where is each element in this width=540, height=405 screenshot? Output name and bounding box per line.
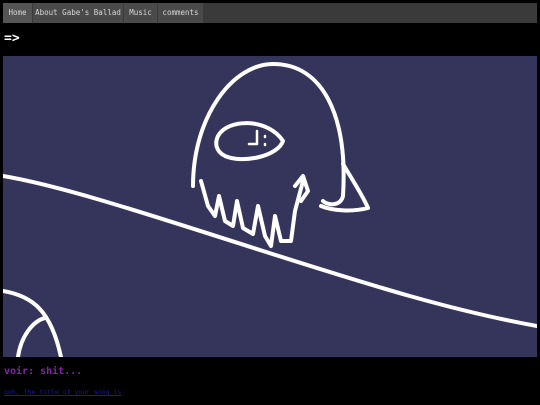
nav-about-gabes-ballad[interactable]: About Gabe's Ballad [33,3,123,23]
nav-comments[interactable]: comments [158,3,203,23]
nav-home[interactable]: Home [3,3,32,23]
comic-panel [3,56,537,357]
nav-music[interactable]: Music [124,3,157,23]
nav-bar: Home About Gabe's Ballad Music comments [3,3,537,23]
comic-drawing [3,62,537,357]
arrow-link[interactable]: => [4,31,20,46]
next-page-link[interactable]: ooh, the title of your song is [4,388,121,396]
ground-line [3,174,537,328]
dialog-line: voir: shit... [4,366,83,377]
creature-eye [214,121,285,162]
creature-head [191,62,346,207]
